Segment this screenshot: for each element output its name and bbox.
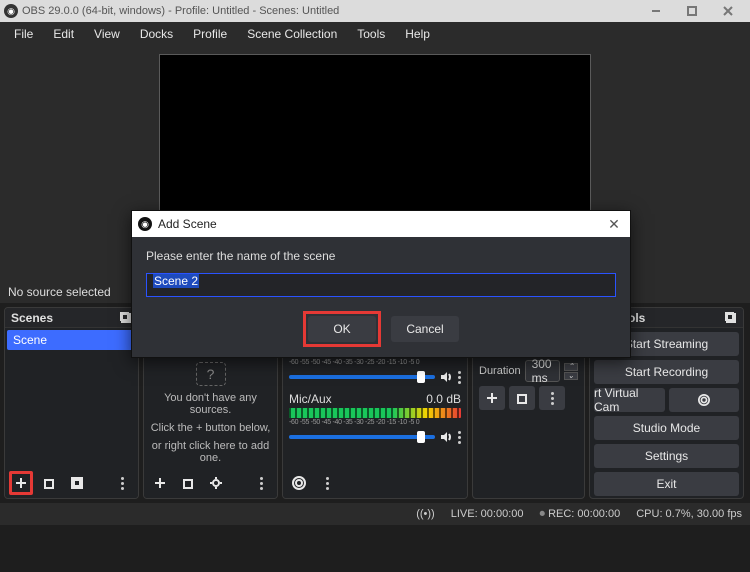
obs-app-icon: ◉ [4, 4, 18, 18]
mixer-menu-button[interactable] [315, 471, 339, 495]
add-scene-button[interactable] [9, 471, 33, 495]
popout-icon[interactable] [725, 312, 737, 324]
menu-scene-collection[interactable]: Scene Collection [237, 22, 347, 46]
menu-tools[interactable]: Tools [347, 22, 395, 46]
menu-profile[interactable]: Profile [183, 22, 237, 46]
scene-name-input[interactable]: Scene 2 [146, 273, 616, 297]
window-title: OBS 29.0.0 (64-bit, windows) - Profile: … [22, 5, 339, 17]
status-bar: ((•)) LIVE: 00:00:00 ⏺ REC: 00:00:00 CPU… [0, 503, 750, 525]
ok-highlight: OK [303, 311, 381, 347]
menu-docks[interactable]: Docks [130, 22, 183, 46]
ok-button[interactable]: OK [308, 316, 376, 342]
scene-filter-button[interactable] [65, 471, 89, 495]
remove-source-button[interactable] [176, 471, 200, 495]
transition-menu-button[interactable] [539, 386, 565, 410]
menu-view[interactable]: View [84, 22, 130, 46]
virtual-cam-button[interactable]: rt Virtual Cam [594, 388, 665, 412]
mixer-settings-button[interactable] [287, 471, 311, 495]
meter-ticks: -60 -55 -50 -45 -40 -35 -30 -25 -20 -15 … [289, 419, 461, 426]
settings-button[interactable]: Settings [594, 444, 739, 468]
scene-menu-button[interactable] [110, 471, 134, 495]
meter-ticks: -60 -55 -50 -45 -40 -35 -30 -25 -20 -15 … [289, 359, 461, 366]
volume-slider[interactable] [289, 435, 435, 439]
sources-empty-line1: You don't have any sources. [150, 392, 271, 416]
dialog-title: Add Scene [158, 217, 217, 231]
mixer-ch-level: 0.0 dB [426, 392, 461, 406]
status-rec: ⏺ REC: 00:00:00 [540, 508, 621, 521]
dialog-label: Please enter the name of the scene [146, 249, 616, 263]
dialog-close-button[interactable]: ✕ [604, 216, 624, 233]
channel-menu-button[interactable] [457, 371, 461, 384]
mixer-ch-name: Mic/Aux [289, 392, 332, 406]
mixer-channel-mic: Mic/Aux 0.0 dB -60 -55 -50 -45 -40 -35 -3… [289, 392, 461, 444]
duration-input[interactable]: 300 ms [525, 360, 560, 382]
duration-label: Duration [479, 365, 521, 377]
menu-bar: File Edit View Docks Profile Scene Colle… [0, 22, 750, 46]
source-menu-button[interactable] [249, 471, 273, 495]
volume-slider[interactable] [289, 375, 435, 379]
audio-meter [289, 408, 461, 418]
sources-empty-line3: or right click here to add one. [150, 440, 271, 464]
menu-help[interactable]: Help [395, 22, 440, 46]
status-network-icon: ((•)) [416, 508, 435, 520]
source-properties-button[interactable] [204, 471, 228, 495]
speaker-icon[interactable] [439, 370, 453, 384]
menu-file[interactable]: File [4, 22, 43, 46]
speaker-icon[interactable] [439, 430, 453, 444]
menu-edit[interactable]: Edit [43, 22, 84, 46]
scenes-dock: Scenes Scene [4, 307, 139, 499]
exit-button[interactable]: Exit [594, 472, 739, 496]
studio-mode-button[interactable]: Studio Mode [594, 416, 739, 440]
sources-empty-line2: Click the + button below, [151, 422, 271, 434]
channel-menu-button[interactable] [457, 431, 461, 444]
obs-app-icon: ◉ [138, 217, 152, 231]
remove-scene-button[interactable] [37, 471, 61, 495]
close-button[interactable] [710, 1, 746, 21]
minimize-button[interactable] [638, 1, 674, 21]
status-cpu: CPU: 0.7%, 30.00 fps [636, 508, 742, 520]
remove-transition-button[interactable] [509, 386, 535, 410]
help-icon: ? [196, 362, 226, 386]
scenes-title: Scenes [11, 311, 53, 325]
virtual-cam-settings-button[interactable] [669, 388, 740, 412]
add-transition-button[interactable] [479, 386, 505, 410]
add-source-button[interactable] [148, 471, 172, 495]
add-scene-dialog: ◉ Add Scene ✕ Please enter the name of t… [131, 210, 631, 358]
duration-spin[interactable]: ⌃⌄ [564, 363, 578, 380]
start-recording-button[interactable]: Start Recording [594, 360, 739, 384]
window-titlebar: ◉ OBS 29.0.0 (64-bit, windows) - Profile… [0, 0, 750, 22]
status-live: LIVE: 00:00:00 [451, 508, 524, 520]
maximize-button[interactable] [674, 1, 710, 21]
scene-item[interactable]: Scene [7, 330, 136, 350]
cancel-button[interactable]: Cancel [391, 316, 459, 342]
